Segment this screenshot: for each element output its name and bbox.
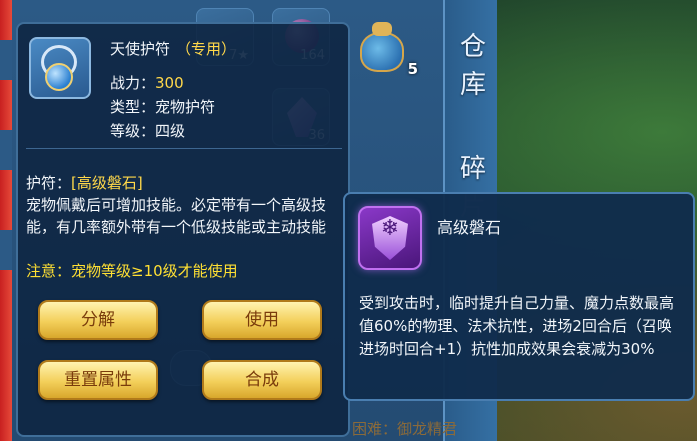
amulet-skill-link[interactable]: [高级磐石]: [71, 174, 143, 192]
item-tag: （专用）: [176, 40, 237, 58]
divider: [26, 148, 342, 149]
item-count: 5: [407, 60, 418, 78]
item-description: 宠物佩戴后可增加技能。必定带有一个高级技能，有几率额外带有一个低级技能或主动技能: [26, 196, 327, 236]
attr-power: 战力：300: [110, 74, 184, 92]
reset-attributes-button[interactable]: 重置属性: [38, 360, 158, 400]
attr-type: 类型：宠物护符: [110, 98, 216, 116]
skill-description: 受到攻击时，临时提升自己力量、魔力点数最高值60%的物理、法术抗性，进场2回合后…: [359, 294, 675, 358]
power-value: 300: [155, 74, 184, 92]
tab-fragments-char1[interactable]: 碎: [451, 150, 495, 188]
shield-snowflake-icon: ❄: [358, 206, 422, 270]
inventory-slot[interactable]: 5: [354, 20, 418, 78]
skill-title: 高级磐石: [437, 218, 502, 237]
item-name: 天使护符: [110, 40, 171, 58]
bag-icon: [360, 32, 404, 72]
bag-knot: [372, 22, 392, 36]
tab-warehouse-char2[interactable]: 库: [451, 66, 495, 104]
background-stage-text: 困难：御龙精君: [352, 420, 458, 438]
attr-grade: 等级：四级: [110, 122, 186, 140]
amulet-line: 护符：[高级磐石]: [26, 174, 143, 192]
amulet-icon: [29, 37, 91, 99]
item-detail-panel: 天使护符 （专用） 战力：300 类型：宠物护符 等级：四级 护符：[高级磐石] …: [16, 22, 350, 437]
decompose-button[interactable]: 分解: [38, 300, 158, 340]
left-edge-strip: [0, 0, 12, 441]
type-value: 宠物护符: [155, 98, 216, 116]
grade-value: 四级: [155, 122, 186, 140]
tab-warehouse-char1[interactable]: 仓: [451, 28, 495, 66]
skill-tooltip: ❄ 高级磐石 受到攻击时，临时提升自己力量、魔力点数最高值60%的物理、法术抗性…: [343, 192, 695, 401]
synthesize-button[interactable]: 合成: [202, 360, 322, 400]
level-note: 注意：宠物等级≥10级才能使用: [26, 262, 238, 280]
item-title: 天使护符 （专用）: [110, 38, 236, 59]
use-button[interactable]: 使用: [202, 300, 322, 340]
